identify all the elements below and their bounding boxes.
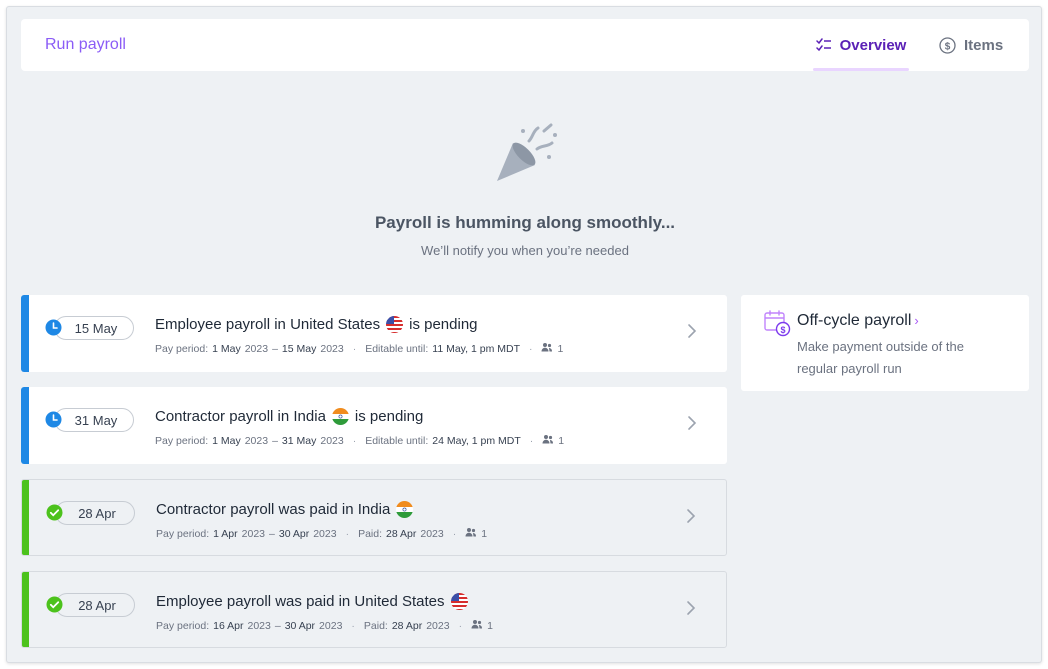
payroll-status-text: is pending xyxy=(409,316,478,333)
meta-value: 1 May xyxy=(212,434,241,447)
date-pill: 31 May xyxy=(54,408,134,432)
meta-value: 1 May xyxy=(212,342,241,355)
india-flag-icon xyxy=(396,501,414,518)
payroll-meta: Pay period: 1 May 2023 – 15 May 2023 · E… xyxy=(155,342,564,355)
clock-icon xyxy=(45,319,62,336)
payroll-title: Employee payroll was paid in United Stat… xyxy=(156,593,468,610)
header-bar: Run payroll Overview $ Items xyxy=(21,19,1029,71)
people-icon xyxy=(465,527,477,540)
chevron-right-icon xyxy=(686,600,696,621)
payroll-title-text: Contractor payroll in India xyxy=(155,408,326,425)
meta-value: 15 May xyxy=(281,342,317,355)
meta-value: 28 Apr xyxy=(391,619,423,632)
people-icon xyxy=(541,342,553,355)
meta-label: Pay period: xyxy=(155,342,209,355)
payroll-title: Contractor payroll was paid in India xyxy=(156,501,414,518)
meta-value: 16 Apr xyxy=(213,619,244,632)
svg-text:$: $ xyxy=(780,325,785,335)
meta-year: 2023 xyxy=(320,434,344,447)
chevron-right-icon xyxy=(687,415,697,436)
people-count: 1 xyxy=(481,527,488,540)
people-icon xyxy=(471,619,483,632)
svg-text:$: $ xyxy=(945,41,951,52)
tab-overview-label: Overview xyxy=(839,36,907,54)
payroll-status-text: is pending xyxy=(354,408,424,425)
date-pill: 28 Apr xyxy=(55,501,135,525)
party-popper-icon xyxy=(7,119,1041,191)
meta-year: 2023 xyxy=(426,619,450,632)
people-count: 1 xyxy=(487,619,493,632)
meta-label: Paid: xyxy=(363,619,388,632)
status-hero: Payroll is humming along smoothly... We’… xyxy=(7,119,1041,258)
meta-value: 11 May, 1 pm MDT xyxy=(432,342,520,355)
meta-year: 2023 xyxy=(319,619,343,632)
status-bar xyxy=(22,480,29,555)
calendar-dollar-icon: $ xyxy=(763,309,791,342)
status-bar xyxy=(21,295,29,372)
chevron-right-icon: › xyxy=(914,313,919,328)
meta-year: 2023 xyxy=(420,527,444,540)
offcycle-title: Off-cycle payroll › xyxy=(797,312,919,330)
checklist-icon xyxy=(815,38,832,52)
offcycle-payroll-card[interactable]: $ Off-cycle payroll › Make payment outsid… xyxy=(741,295,1029,391)
meta-value: 24 May, 1 pm MDT xyxy=(432,434,521,447)
hero-subtitle: We’ll notify you when you’re needed xyxy=(421,243,629,258)
us-flag-icon xyxy=(386,316,404,333)
app-window: Run payroll Overview $ Items Payroll is … xyxy=(6,6,1042,663)
meta-value: 1 Apr xyxy=(213,527,238,540)
india-flag-icon xyxy=(331,408,349,425)
meta-year: 2023 xyxy=(320,342,344,355)
date-pill: 28 Apr xyxy=(55,593,135,617)
payroll-title-text: Employee payroll was paid in United Stat… xyxy=(156,593,445,610)
offcycle-description: Make payment outside of the regular payr… xyxy=(797,339,964,376)
people-icon xyxy=(542,434,554,447)
tab-items-label: Items xyxy=(964,36,1004,54)
payroll-card[interactable]: 28 Apr Employee payroll was paid in Unit… xyxy=(21,571,727,648)
check-circle-icon xyxy=(46,504,63,521)
us-flag-icon xyxy=(450,593,468,610)
meta-value: 30 Apr xyxy=(284,619,316,632)
meta-label: Pay period: xyxy=(156,619,210,632)
payroll-meta: Pay period: 1 Apr 2023 – 30 Apr 2023 · P… xyxy=(156,527,488,540)
tab-items[interactable]: $ Items xyxy=(939,19,1009,71)
date-pill: 15 May xyxy=(54,316,134,340)
meta-year: 2023 xyxy=(247,619,271,632)
payroll-meta: Pay period: 16 Apr 2023 – 30 Apr 2023 · … xyxy=(156,619,493,632)
offcycle-title-text: Off-cycle payroll xyxy=(797,312,912,329)
meta-label: Editable until: xyxy=(365,342,429,355)
meta-label: Paid: xyxy=(358,527,383,540)
payroll-title: Contractor payroll in India is pending xyxy=(155,408,423,425)
meta-label: Editable until: xyxy=(365,434,429,447)
page-title: Run payroll xyxy=(45,36,126,53)
meta-value: 31 May xyxy=(281,434,317,447)
payroll-card[interactable]: 31 May Contractor payroll in India is pe… xyxy=(21,387,727,464)
meta-value: 28 Apr xyxy=(386,527,417,540)
people-count: 1 xyxy=(558,434,565,447)
dollar-circle-icon: $ xyxy=(939,36,956,54)
chevron-right-icon xyxy=(686,508,696,529)
people-count: 1 xyxy=(557,342,564,355)
payroll-title-text: Employee payroll in United States xyxy=(155,316,381,333)
meta-year: 2023 xyxy=(241,527,266,540)
meta-year: 2023 xyxy=(244,434,269,447)
status-bar xyxy=(22,572,29,647)
hero-title: Payroll is humming along smoothly... xyxy=(374,213,676,232)
status-bar xyxy=(21,387,29,464)
payroll-card[interactable]: 15 May Employee payroll in United States… xyxy=(21,295,727,372)
tab-overview[interactable]: Overview xyxy=(813,19,909,71)
payroll-title-text: Contractor payroll was paid in India xyxy=(156,501,391,518)
check-circle-icon xyxy=(46,596,63,613)
meta-label: Pay period: xyxy=(156,527,210,540)
meta-year: 2023 xyxy=(313,527,337,540)
payroll-card[interactable]: 28 Apr Contractor payroll was paid in In… xyxy=(21,479,727,556)
meta-year: 2023 xyxy=(244,342,269,355)
payroll-meta: Pay period: 1 May 2023 – 31 May 2023 · E… xyxy=(155,434,565,447)
meta-label: Pay period: xyxy=(155,434,209,447)
payroll-title: Employee payroll in United States is pen… xyxy=(155,316,478,333)
meta-value: 30 Apr xyxy=(278,527,310,540)
chevron-right-icon xyxy=(687,323,697,344)
clock-icon xyxy=(45,411,62,428)
